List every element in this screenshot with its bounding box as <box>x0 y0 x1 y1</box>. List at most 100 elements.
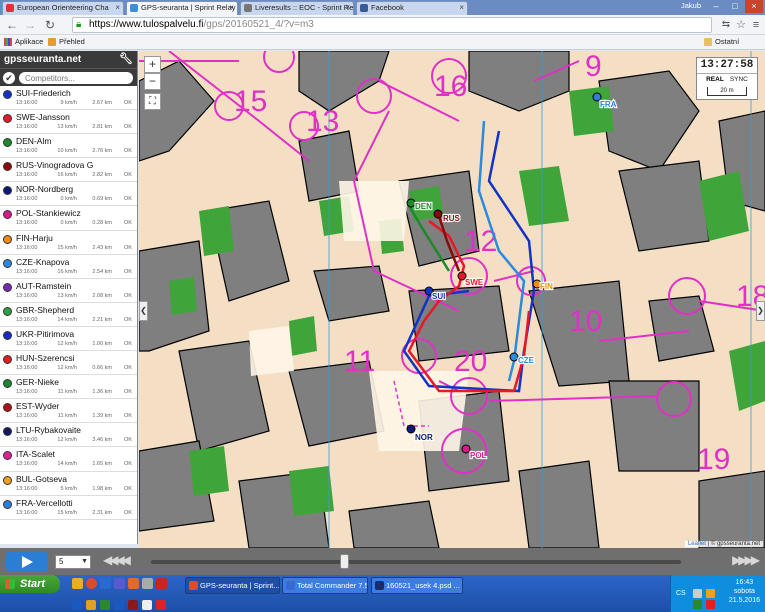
quicklaunch-app-icon[interactable] <box>114 600 124 610</box>
maximize-icon[interactable]: □ <box>726 0 744 13</box>
competitor-color-dot[interactable] <box>3 355 12 365</box>
close-window-icon[interactable]: × <box>745 0 763 13</box>
competitor-row[interactable]: EST-Wyder 13:16:00 11 km/h 1.39 km OK <box>0 399 137 424</box>
competitor-color-dot[interactable] <box>3 499 12 509</box>
competitor-color-dot[interactable] <box>3 186 12 196</box>
competitor-row[interactable]: AUT-Ramstein 13:16:00 13 km/h 2.08 km OK <box>0 279 137 303</box>
tab-gps-seuranta[interactable]: GPS-seuranta | Sprint Relay × <box>126 1 238 15</box>
quicklaunch-app-icon[interactable] <box>128 600 138 610</box>
translate-icon[interactable]: ⇆ <box>718 17 734 33</box>
tray-icon[interactable] <box>706 600 715 609</box>
forward-icon[interactable]: → <box>22 17 38 33</box>
competitor-row[interactable]: BUL-Gotseva 13:16:00 5 km/h 1.98 km OK <box>0 472 137 496</box>
tab-close-icon[interactable]: × <box>229 2 234 14</box>
competitor-row[interactable]: POL-Stankiewicz 13:16:00 0 km/h 0.28 km OK <box>0 206 137 231</box>
competitor-row[interactable]: GBR-Shepherd 13:16:00 14 km/h 2.21 km OK <box>0 303 137 327</box>
competitor-row[interactable]: RUS-Vinogradova G 13:16:00 16 km/h 2.82 km O… <box>0 158 137 183</box>
menu-icon[interactable]: ≡ <box>748 17 764 33</box>
quicklaunch-app-icon[interactable] <box>100 600 110 610</box>
tab-close-icon[interactable]: × <box>115 2 120 14</box>
bookmark-apps[interactable]: Aplikace <box>4 35 43 49</box>
competitor-color-dot[interactable] <box>3 379 12 389</box>
star-icon[interactable]: ☆ <box>733 17 749 33</box>
competitor-row[interactable]: SWE-Jansson 13:16:00 13 km/h 2.81 km OK <box>0 110 137 135</box>
competitor-row[interactable]: CZE-Knapova 13:16:00 16 km/h 2.54 km OK <box>0 255 137 279</box>
tray-icon[interactable] <box>693 600 702 609</box>
task-total-commander[interactable]: Total Commander 7.5... <box>282 577 368 594</box>
fast-forward-icon[interactable]: ▶▶▶▶ <box>732 553 760 567</box>
folder-icon[interactable] <box>72 578 83 589</box>
task-gps-seuranta[interactable]: GPS-seuranta | Sprint... <box>185 577 280 594</box>
competitor-color-dot[interactable] <box>3 282 12 292</box>
quicklaunch-folder-icon[interactable] <box>86 600 96 610</box>
quicklaunch-app-icon[interactable] <box>156 600 166 610</box>
start-button[interactable]: Start <box>0 575 60 593</box>
competitor-search-input[interactable] <box>19 72 133 84</box>
collapse-sidebar-handle[interactable]: ❮ <box>139 301 148 321</box>
mode-sync-button[interactable]: SYNC <box>730 76 748 83</box>
competitor-color-dot[interactable] <box>3 210 12 220</box>
map-view[interactable]: 15 13 16 9 12 11 20 10 18 19 DEN RUS SWE… <box>139 51 765 548</box>
tab-liveresults[interactable]: Liveresults :: EOC - Sprint Re × <box>240 1 354 15</box>
expand-panel-handle[interactable]: ❯ <box>756 301 765 321</box>
mode-real-button[interactable]: REAL <box>706 76 724 83</box>
competitor-color-dot[interactable] <box>3 258 12 268</box>
tab-close-icon[interactable]: × <box>345 2 350 14</box>
competitor-color-dot[interactable] <box>3 306 12 316</box>
speed-select[interactable]: 5 ▼ <box>55 555 91 569</box>
tray-icon[interactable] <box>706 589 715 598</box>
rewind-icon[interactable]: ◀◀◀◀ <box>103 553 131 567</box>
tray-icon[interactable] <box>693 589 702 598</box>
app-icon[interactable] <box>156 578 167 589</box>
competitor-color-dot[interactable] <box>3 234 12 244</box>
address-bar[interactable]: 🔒︎ https://www.tulospalvelu.fi/gps/20160… <box>72 17 712 33</box>
wrench-icon[interactable]: 🔧︎ <box>119 51 133 68</box>
competitor-row[interactable]: UKR-Pitirimova 13:16:00 12 km/h 1.00 km OK <box>0 327 137 352</box>
competitor-color-dot[interactable] <box>3 162 12 172</box>
competitor-row[interactable]: LTU-Rybakovaite 13:16:00 12 km/h 3.46 km OK <box>0 423 137 448</box>
competitor-color-dot[interactable] <box>3 403 12 413</box>
competitor-row[interactable]: HUN-Szerencsi 13:16:00 12 km/h 0.66 km OK <box>0 351 137 376</box>
profile-name[interactable]: Jakub <box>681 1 701 10</box>
competitor-color-dot[interactable] <box>3 114 12 124</box>
competitor-color-dot[interactable] <box>3 138 12 148</box>
competitor-color-dot[interactable] <box>3 451 12 461</box>
tab-close-icon[interactable]: × <box>459 2 464 14</box>
clock-time: 16:43 <box>735 579 754 586</box>
quicklaunch-ie-icon[interactable] <box>72 600 82 610</box>
competitor-color-dot[interactable] <box>3 90 12 99</box>
app-icon[interactable] <box>128 578 139 589</box>
competitor-color-dot[interactable] <box>3 330 12 340</box>
competitor-row[interactable]: FIN-Harju 13:16:00 15 km/h 2.43 km OK <box>0 231 137 255</box>
competitor-row[interactable]: GER-Nieke 13:16:00 11 km/h 1.36 km OK <box>0 375 137 400</box>
competitor-row[interactable]: FRA-Vercellotti 13:16:00 15 km/h 2.31 km OK <box>0 496 137 520</box>
reload-icon[interactable]: ↻ <box>42 17 58 33</box>
bookmark-overview[interactable]: Přehled <box>48 35 85 49</box>
minimize-icon[interactable]: – <box>707 0 725 13</box>
competitor-color-dot[interactable] <box>3 427 12 437</box>
competitor-row[interactable]: NOR-Nordberg 13:16:00 0 km/h 0.69 km OK <box>0 182 137 207</box>
app-icon[interactable] <box>142 578 153 589</box>
language-indicator[interactable]: CS <box>676 590 686 597</box>
timeline-track[interactable] <box>151 560 681 564</box>
zoom-out-button[interactable]: − <box>144 73 161 90</box>
competitor-row[interactable]: SUI-Friederich 13:16:00 9 km/h 2.67 km OK <box>0 86 137 111</box>
competitor-row[interactable]: DEN-Alm 13:16:00 10 km/h 2.76 km OK <box>0 134 137 159</box>
app-icon[interactable] <box>100 578 111 589</box>
play-button[interactable] <box>6 552 48 571</box>
system-clock[interactable]: 16:43 sobota 21.5.2016 <box>729 578 760 605</box>
select-all-check-icon[interactable]: ✔ <box>3 72 15 84</box>
app-icon[interactable] <box>114 578 125 589</box>
quicklaunch-app-icon[interactable] <box>142 600 152 610</box>
timeline-slider-handle[interactable] <box>340 554 350 569</box>
leaflet-link[interactable]: Leaflet <box>688 541 706 547</box>
competitor-row[interactable]: ITA-Scalet 13:16:00 14 km/h 1.65 km OK <box>0 447 137 472</box>
fullscreen-icon[interactable]: ⛶ <box>144 93 161 110</box>
competitor-color-dot[interactable] <box>3 475 12 485</box>
back-icon[interactable]: ← <box>4 17 20 33</box>
tab-facebook[interactable]: Facebook × <box>356 1 468 15</box>
task-photoshop[interactable]: 160521_usek 4.psd ... <box>371 577 463 594</box>
zoom-in-button[interactable]: + <box>144 56 161 73</box>
chrome-icon[interactable] <box>86 578 97 589</box>
tab-eoc[interactable]: European Orienteering Cha × <box>2 1 124 15</box>
